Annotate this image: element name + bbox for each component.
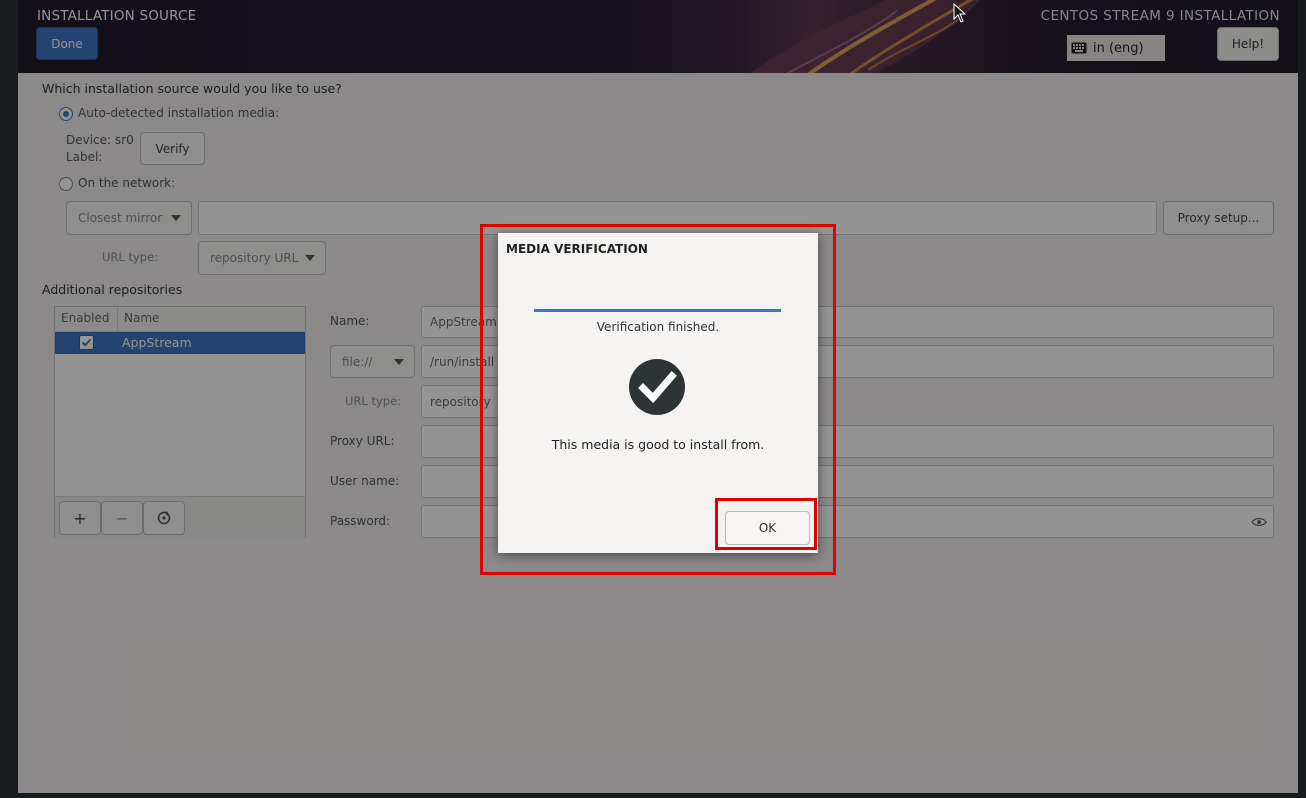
mouse-cursor-icon (953, 3, 967, 23)
ok-button-highlight-box (715, 498, 817, 550)
